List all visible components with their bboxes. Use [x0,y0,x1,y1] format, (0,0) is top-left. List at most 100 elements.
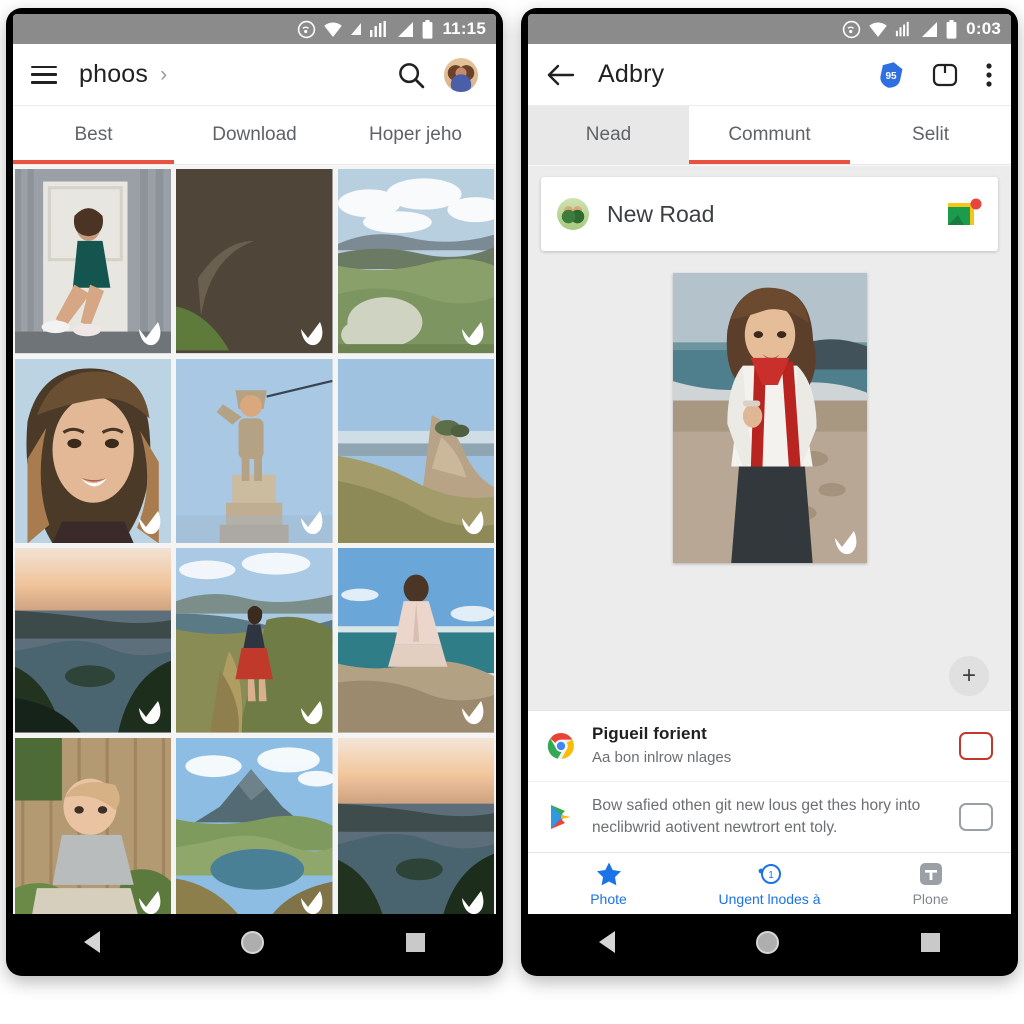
checkbox[interactable] [959,803,993,831]
bottom-nav: Phote 1 Ungent lnodes à Plone [528,852,1011,914]
left-tabs: Best Download Hoper jeho [13,106,496,164]
photo-arch-church-view[interactable] [176,169,333,354]
new-road-card[interactable]: New Road [541,177,998,251]
list-item[interactable]: Pigueil forient Aa bon inlrow nlages [528,711,1011,781]
left-status-bar: 11:15 [13,14,496,44]
signal-bars-icon [370,20,387,37]
bottom-nav-item-phote[interactable]: Phote [528,853,689,914]
photo-mountain-lake[interactable] [176,737,333,914]
avatar[interactable] [444,57,478,92]
tab-label: Communt [728,124,811,145]
tab-hoper-jeho[interactable]: Hoper jeho [335,106,496,164]
battery-icon [423,19,433,39]
add-button[interactable]: + [949,655,989,696]
home-circle-icon[interactable] [756,930,780,954]
wifi-icon [324,22,343,37]
list-item-text: Bow safied othen git new lous get thes h… [592,795,943,839]
right-status-bar: 0:03 [528,14,1011,44]
signal-small-icon [351,23,362,35]
battery-icon [946,19,957,39]
tab-best[interactable]: Best [13,106,174,164]
tab-label: Hoper jeho [369,124,462,145]
new-road-title: New Road [607,200,715,227]
tab-label: Download [212,124,297,145]
list-item-text: Pigueil forient Aa bon inlrow nlages [592,724,943,768]
home-circle-icon[interactable] [241,930,265,954]
overflow-menu-icon[interactable] [985,61,993,89]
list-item-subtitle: Aa bon inlrow nlages [592,748,732,766]
photo-green-hills[interactable] [337,169,494,354]
tab-label: Nead [585,124,632,145]
right-app-bar: Adbry 95 [528,44,1011,106]
tab-download[interactable]: Download [174,106,335,164]
photo-woman-red-scarf-beach[interactable] [672,273,867,563]
back-arrow-icon[interactable] [546,62,576,88]
photo-baby-fence[interactable] [15,737,172,914]
photo-grid [15,169,494,914]
left-app-bar: phoos › [13,44,496,106]
checkbox[interactable] [959,731,993,760]
hotspot-icon [298,20,316,38]
right-tabs: Nead Communt Selit [528,106,1011,164]
right-phone-screen: 0:03 Adbry 95 Nead Communt Selit New Roa… [528,14,1011,914]
photo-woman-red-skirt-trail[interactable] [176,548,333,733]
photo-woman-rock-ocean[interactable] [337,548,494,733]
status-time: 11:15 [442,19,486,38]
photo-coastal-cliff[interactable] [337,358,494,544]
signal-bars-icon [896,21,909,36]
list-sheet: Pigueil forient Aa bon inlrow nlages Bow… [528,709,1011,852]
chrome-icon [546,731,576,761]
bottom-nav-label: Ungent lnodes à [718,890,821,907]
box-icon[interactable] [931,61,959,89]
google-maps-icon[interactable] [946,198,982,230]
signal-triangle-icon [398,21,414,37]
recents-square-icon[interactable] [406,932,426,952]
list-item-body: Bow safied othen git new lous get thes h… [592,797,921,836]
status-time: 0:03 [966,19,1001,38]
group-avatar [557,198,589,230]
blue-badge-icon[interactable]: 95 [877,61,905,89]
photo-child-on-monument[interactable] [176,358,333,544]
page-title: Adbry [598,60,665,88]
bottom-nav-label: Plone [912,890,949,907]
tab-selit[interactable]: Selit [850,106,1011,164]
bottom-nav-label: Phote [590,890,627,907]
right-phone: 0:03 Adbry 95 Nead Communt Selit New Roa… [521,8,1018,976]
search-icon[interactable] [396,60,426,90]
tab-nead[interactable]: Nead [528,106,689,164]
photo-woman-seated-door[interactable] [15,169,172,354]
screenshot-root: 11:15 phoos › Best Download Hoper jeho 0… [0,0,1024,1024]
left-android-nav-bar [13,914,496,970]
back-triangle-icon[interactable] [83,931,100,953]
photo-sunset-bay-2[interactable] [337,737,494,914]
hamburger-icon[interactable] [31,65,57,84]
play-store-icon [546,802,576,832]
bottom-nav-item-ungent-lnodes[interactable]: 1 Ungent lnodes à [689,853,850,914]
recents-square-icon[interactable] [921,932,941,952]
list-item-title: Pigueil forient [592,723,707,743]
bottom-nav-item-plone[interactable]: Plone [850,853,1011,914]
svg-text:95: 95 [885,71,897,82]
page-title: phoos [79,60,149,88]
list-item[interactable]: Bow safied othen git new lous get thes h… [528,781,1011,852]
tab-label: Selit [912,124,949,145]
tab-label: Best [74,124,113,145]
hotspot-icon [842,20,861,38]
chevron-right-icon[interactable]: › [160,64,167,85]
photo-grid-scroll[interactable] [13,166,496,914]
detail-body: New Road + Pigueil forient Aa bon inlrow… [528,166,1011,914]
clock-badge-icon: 1 [758,863,781,884]
tab-commumt[interactable]: Communt [689,106,850,164]
add-icon: + [961,661,976,689]
left-phone: 11:15 phoos › Best Download Hoper jeho [6,8,503,976]
hero-photo-area: + [528,251,1011,710]
photo-woman-portrait-smiling[interactable] [15,358,172,544]
photo-sunset-bay[interactable] [15,548,172,733]
signal-triangle-icon [922,21,938,37]
back-triangle-icon[interactable] [598,931,615,953]
wifi-icon [869,22,887,37]
left-phone-screen: 11:15 phoos › Best Download Hoper jeho [13,14,496,914]
svg-text:1: 1 [768,870,774,881]
t-box-icon [919,862,942,885]
right-android-nav-bar [528,914,1011,970]
